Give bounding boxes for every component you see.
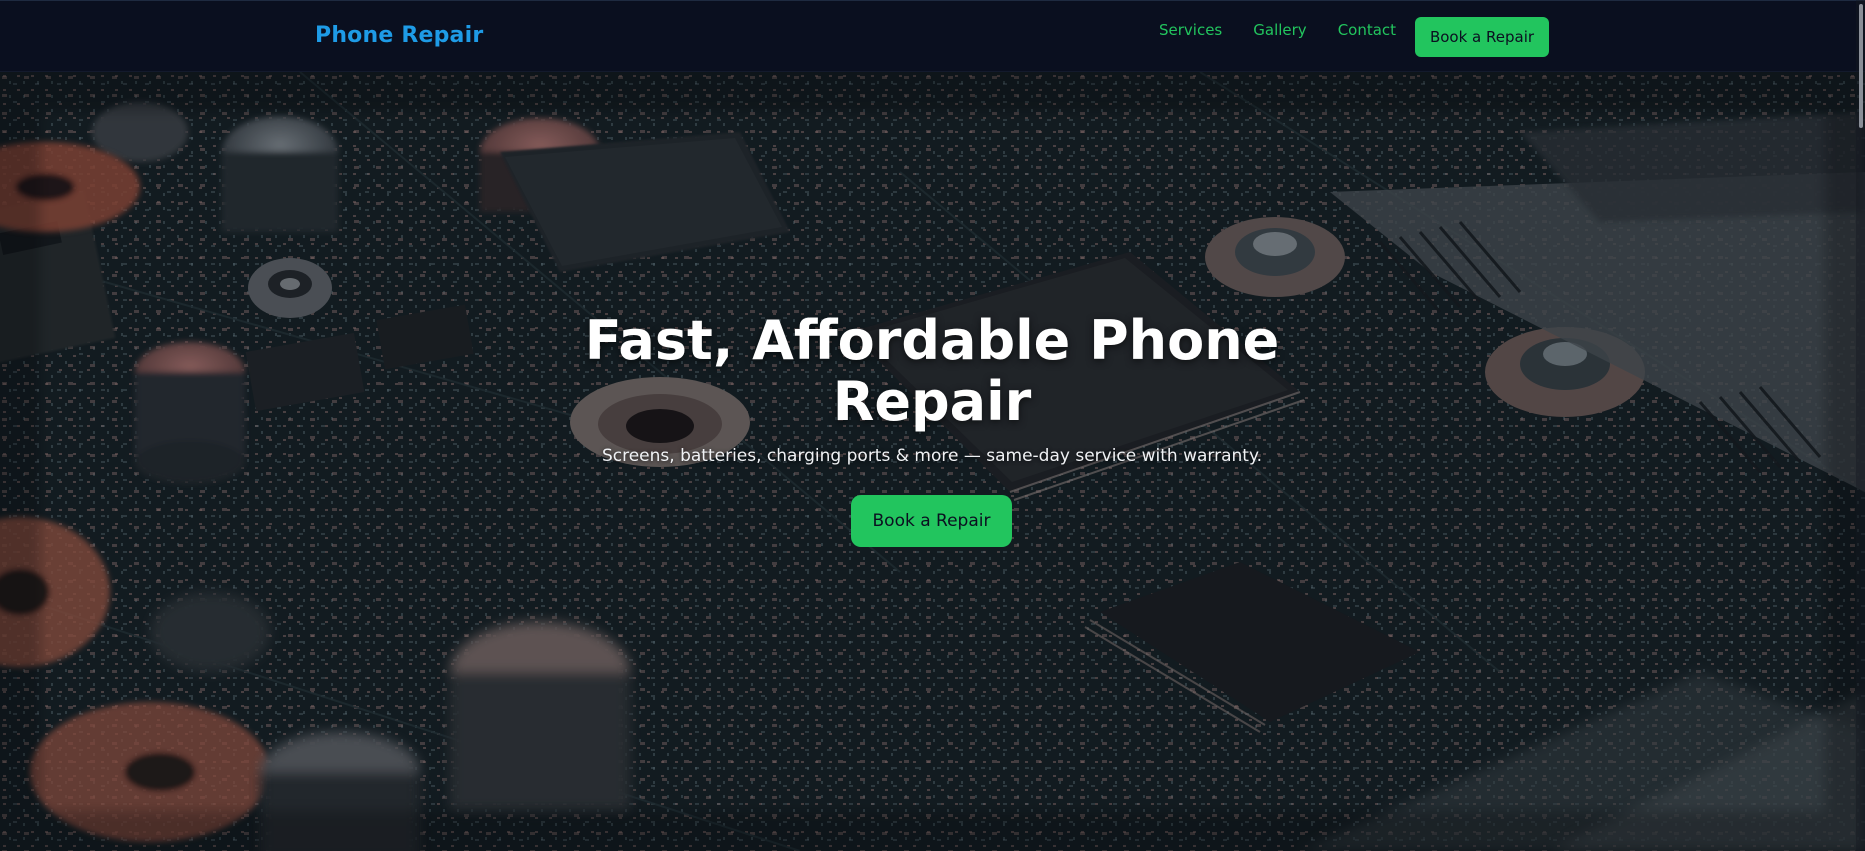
nav-link-gallery[interactable]: Gallery: [1253, 21, 1306, 39]
page-scrollbar[interactable]: [1856, 0, 1865, 851]
scrollbar-thumb[interactable]: [1859, 4, 1863, 128]
page: Phone Repair Services Gallery Contact Bo…: [0, 0, 1865, 851]
nav-link-services[interactable]: Services: [1159, 21, 1222, 39]
hero-title: Fast, Affordable Phone Repair: [584, 309, 1280, 433]
hero-content: Fast, Affordable Phone Repair Screens, b…: [0, 72, 1865, 851]
hero-section: Fast, Affordable Phone Repair Screens, b…: [0, 72, 1865, 851]
hero-subtitle: Screens, batteries, charging ports & mor…: [601, 446, 1263, 466]
nav-link-contact[interactable]: Contact: [1338, 21, 1396, 39]
site-header: Phone Repair Services Gallery Contact Bo…: [0, 0, 1865, 72]
main-nav: Services Gallery Contact: [1159, 21, 1427, 39]
brand-logo-link[interactable]: Phone Repair: [315, 23, 483, 48]
header-book-repair-button[interactable]: Book a Repair: [1415, 17, 1549, 57]
hero-book-repair-button[interactable]: Book a Repair: [851, 495, 1012, 547]
